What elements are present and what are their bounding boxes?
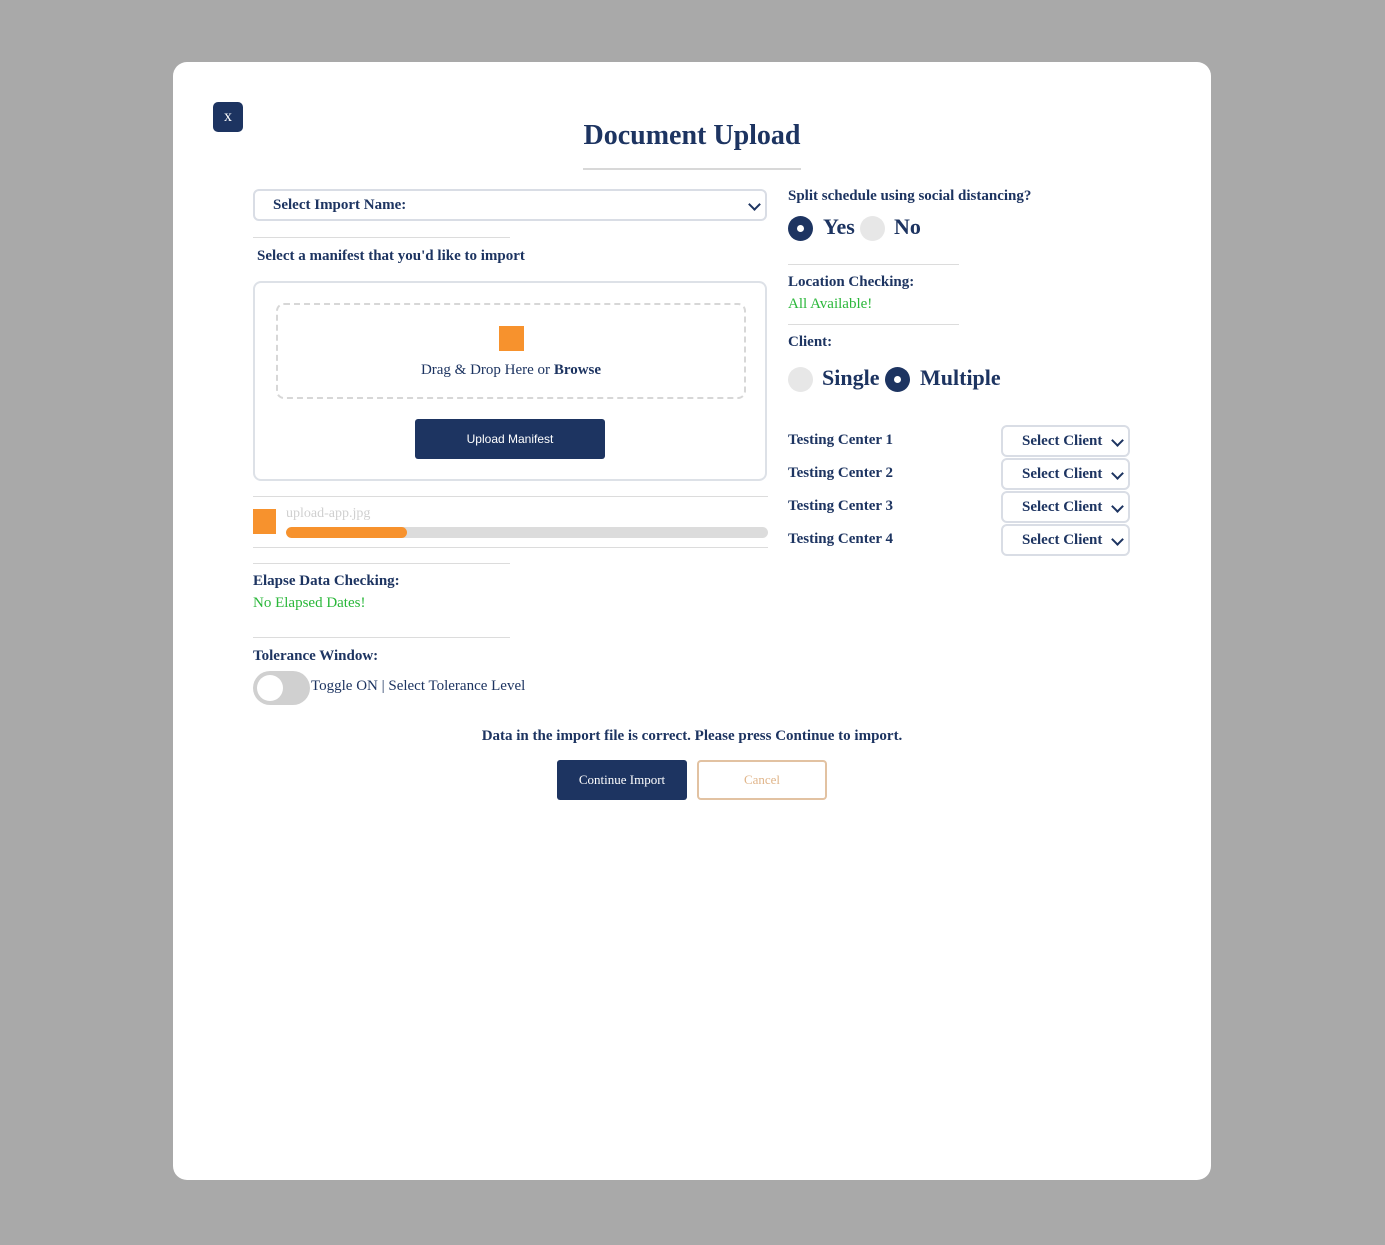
elapse-label: Elapse Data Checking: [253,573,400,589]
split-no-radio[interactable] [860,216,885,241]
chevron-down-icon [1111,434,1124,447]
divider [253,637,510,638]
testing-center-label: Testing Center 2 [788,465,893,481]
upload-manifest-button[interactable]: Upload Manifest [415,419,605,459]
upload-panel: Drag & Drop Here or Browse Upload Manife… [253,281,767,481]
chevron-down-icon [748,198,761,211]
continue-import-button[interactable]: Continue Import [557,760,687,800]
drop-zone-text: Drag & Drop Here or Browse [278,362,744,379]
import-status-message: Data in the import file is correct. Plea… [481,728,903,744]
split-question: Split schedule using social distancing? [788,188,1032,204]
import-name-select[interactable]: Select Import Name: [253,189,767,221]
client-single-radio[interactable] [788,367,813,392]
elapse-status: No Elapsed Dates! [253,595,366,611]
divider [253,496,768,497]
manifest-subtitle: Select a manifest that you'd like to imp… [257,248,525,264]
divider [788,324,959,325]
client-multiple-radio[interactable] [885,367,910,392]
drop-text: Drag & Drop Here or [420,362,551,378]
testing-center-label: Testing Center 4 [788,531,893,547]
upload-progress-bar [286,527,768,538]
client-single-label: Single [822,365,880,390]
drop-zone[interactable]: Drag & Drop Here or Browse [276,303,746,399]
toggle-knob [257,675,283,701]
divider [253,237,510,238]
client-select-value: Select Client [1022,433,1103,449]
uploaded-file-name: upload-app.jpg [286,506,371,521]
testing-center-4-client-select[interactable]: Select Client [1001,524,1130,556]
split-yes-label: Yes [823,214,855,239]
location-status: All Available! [788,296,873,312]
upload-icon [498,326,524,351]
upload-progress-fill [286,527,407,538]
modal-title: Document Upload [583,118,801,170]
testing-center-3-client-select[interactable]: Select Client [1001,491,1130,523]
client-select-value: Select Client [1022,499,1103,515]
divider [253,563,510,564]
chevron-down-icon [1111,500,1124,513]
testing-center-label: Testing Center 1 [788,432,893,448]
cancel-button[interactable]: Cancel [697,760,827,800]
location-label: Location Checking: [788,274,915,290]
testing-center-2-client-select[interactable]: Select Client [1001,458,1130,490]
chevron-down-icon [1111,533,1124,546]
client-multiple-label: Multiple [920,365,1001,390]
client-label: Client: [788,334,833,350]
testing-center-1-client-select[interactable]: Select Client [1001,425,1130,457]
tolerance-toggle[interactable] [253,671,310,705]
divider [788,264,959,265]
tolerance-toggle-text: Toggle ON | Select Tolerance Level [311,678,526,694]
close-button[interactable]: x [213,102,243,132]
client-select-value: Select Client [1022,466,1103,482]
split-yes-radio[interactable] [788,216,813,241]
tolerance-label: Tolerance Window: [253,648,379,664]
testing-center-label: Testing Center 3 [788,498,893,514]
client-select-value: Select Client [1022,532,1103,548]
chevron-down-icon [1111,467,1124,480]
divider [253,547,768,548]
document-upload-modal: x Document Upload Select Import Name: Se… [173,62,1211,1180]
split-no-label: No [894,214,921,239]
file-icon [253,509,276,534]
import-name-select-value: Select Import Name: [273,197,407,213]
browse-link[interactable]: Browse [554,362,601,378]
